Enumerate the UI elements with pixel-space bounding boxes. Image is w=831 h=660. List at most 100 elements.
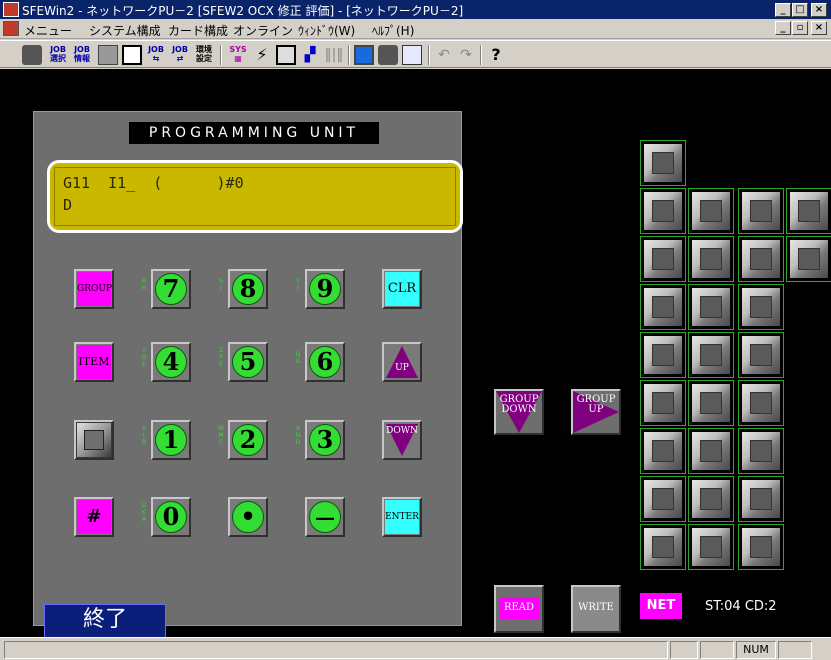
card-slot[interactable] — [640, 236, 686, 282]
key-6[interactable]: 6 — [305, 342, 345, 382]
card-slot[interactable] — [640, 332, 686, 378]
title-bar[interactable]: SFEWin2 - ネットワークPU－2 [SFEW2 OCX 修正 評価] -… — [0, 0, 831, 19]
menu-online[interactable]: オンライン — [233, 22, 293, 39]
key-8[interactable]: 8 — [228, 269, 268, 309]
menu-card-config[interactable]: カード構成 — [168, 22, 228, 39]
card-slot[interactable] — [738, 428, 784, 474]
read-button[interactable]: READ — [494, 585, 544, 633]
toolbar-separator — [348, 45, 350, 65]
card-slot[interactable] — [786, 188, 831, 234]
chip-icon[interactable] — [378, 45, 398, 65]
card-slot[interactable] — [688, 380, 734, 426]
down-key-face: DOWN — [385, 423, 419, 457]
card-slot[interactable] — [640, 284, 686, 330]
menu-main[interactable]: メニュー — [24, 22, 72, 39]
card-slot[interactable] — [786, 236, 831, 282]
menu-system-config[interactable]: システム構成 — [89, 22, 161, 39]
card-slot[interactable] — [640, 188, 686, 234]
document-icon[interactable] — [122, 45, 142, 65]
card-slot[interactable] — [688, 236, 734, 282]
up-key[interactable]: UP — [382, 342, 422, 382]
job-b-icon[interactable]: JOB ⇄ — [170, 45, 190, 65]
child-close-button[interactable]: × — [811, 21, 827, 35]
child-minimize-button[interactable]: _ — [775, 21, 791, 35]
card-slot[interactable] — [688, 284, 734, 330]
redo-icon[interactable]: ↷ — [456, 45, 476, 65]
card-slot[interactable] — [688, 524, 734, 570]
undo-icon[interactable]: ↶ — [434, 45, 454, 65]
card-slot[interactable] — [640, 140, 686, 186]
card-slot[interactable] — [688, 188, 734, 234]
write-button[interactable]: WRITE — [571, 585, 621, 633]
exit-button[interactable]: 終了 — [44, 604, 166, 637]
group-up-button[interactable]: GROUP UP — [571, 389, 621, 435]
help-icon[interactable]: ? — [486, 45, 506, 65]
down-key[interactable]: DOWN — [382, 420, 422, 460]
group-key[interactable]: GROUP — [74, 269, 114, 309]
card-slot[interactable] — [738, 332, 784, 378]
status-panel — [700, 641, 734, 659]
grid-icon[interactable] — [402, 45, 422, 65]
card-slot[interactable] — [738, 524, 784, 570]
card-slot[interactable] — [738, 476, 784, 522]
hash-key[interactable]: # — [74, 497, 114, 537]
card-slot[interactable] — [640, 476, 686, 522]
menu-bar: メニュー システム構成 カード構成 オンライン ｳｨﾝﾄﾞｳ(W) ﾍﾙﾌﾟ(H… — [0, 19, 831, 39]
blank-key[interactable] — [74, 420, 114, 460]
key-4[interactable]: 4 — [151, 342, 191, 382]
enter-key[interactable]: ENTER — [382, 497, 422, 537]
minus-key[interactable]: — — [305, 497, 345, 537]
dot-key[interactable]: • — [228, 497, 268, 537]
stop-icon[interactable] — [22, 45, 42, 65]
app-icon[interactable] — [3, 2, 19, 17]
lightning-icon[interactable]: ⚡ — [252, 45, 272, 65]
blank-key-face — [84, 430, 104, 450]
sys-icon[interactable]: SYS ▦ — [228, 45, 248, 65]
card-slot[interactable] — [738, 236, 784, 282]
key-3[interactable]: 3 — [305, 420, 345, 460]
card-slot-face — [652, 440, 674, 462]
card-slot-bevel — [790, 192, 828, 230]
key-4-label: 4 — [155, 346, 187, 378]
key-9[interactable]: 9 — [305, 269, 345, 309]
card-slot[interactable] — [640, 380, 686, 426]
child-restore-button[interactable]: ▫ — [792, 21, 808, 35]
card-slot[interactable] — [640, 428, 686, 474]
card-slot[interactable] — [738, 188, 784, 234]
card-slot[interactable] — [738, 284, 784, 330]
maximize-button[interactable]: □ — [792, 3, 808, 17]
clr-key[interactable]: CLR — [382, 269, 422, 309]
card-slot-bevel — [644, 288, 682, 326]
document-icon[interactable] — [3, 21, 19, 36]
card-slot[interactable] — [738, 380, 784, 426]
calc-icon[interactable] — [98, 45, 118, 65]
key-5[interactable]: 5 — [228, 342, 268, 382]
card-slot[interactable] — [688, 332, 734, 378]
job-info-icon[interactable]: JOB 情報 — [72, 45, 92, 65]
job-select-icon[interactable]: JOB 選択 — [48, 45, 68, 65]
card-slot-face — [652, 296, 674, 318]
menu-help[interactable]: ﾍﾙﾌﾟ(H) — [372, 22, 414, 39]
key-1[interactable]: 1 — [151, 420, 191, 460]
job-a-icon[interactable]: JOB ⇆ — [146, 45, 166, 65]
card-slot[interactable] — [640, 524, 686, 570]
menu-window[interactable]: ｳｨﾝﾄﾞｳ(W) — [298, 22, 355, 39]
bars-icon[interactable]: ‖|‖ — [324, 45, 344, 65]
monitor-icon[interactable] — [354, 45, 374, 65]
card-slot-face — [750, 200, 772, 222]
key-0[interactable]: 0 — [151, 497, 191, 537]
card-slot-bevel — [644, 240, 682, 278]
network-icon[interactable]: ▞ — [300, 45, 320, 65]
card-icon[interactable] — [276, 45, 296, 65]
env-settings-icon[interactable]: 環境 設定 — [194, 45, 214, 65]
minimize-button[interactable]: _ — [775, 3, 791, 17]
key-1-label: 1 — [155, 424, 187, 456]
key-7[interactable]: 7 — [151, 269, 191, 309]
net-button[interactable]: NET — [640, 593, 682, 619]
key-2[interactable]: 2 — [228, 420, 268, 460]
card-slot[interactable] — [688, 476, 734, 522]
close-button[interactable]: × — [811, 3, 827, 17]
group-down-button[interactable]: GROUP DOWN — [494, 389, 544, 435]
card-slot[interactable] — [688, 428, 734, 474]
item-key[interactable]: ITEM — [74, 342, 114, 382]
